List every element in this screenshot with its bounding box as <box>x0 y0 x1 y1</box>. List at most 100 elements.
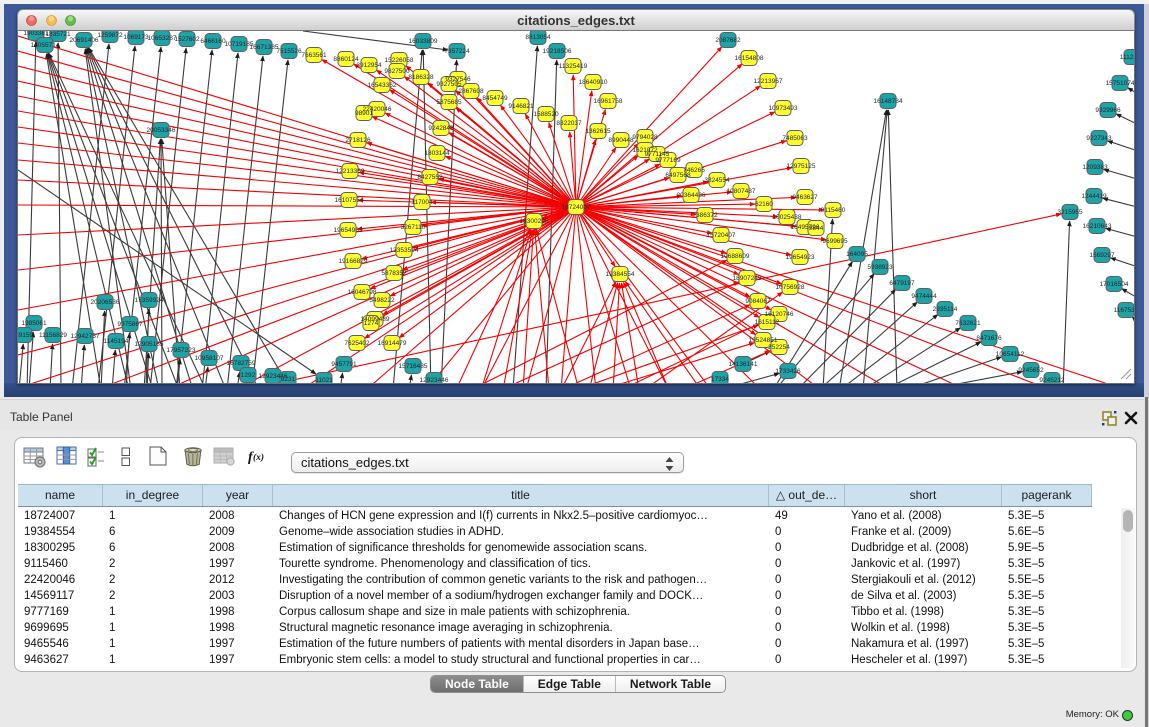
svg-text:15716485: 15716485 <box>399 363 428 370</box>
svg-text:1569297: 1569297 <box>1089 252 1115 259</box>
svg-text:1244419: 1244419 <box>1081 193 1107 200</box>
svg-text:1167533: 1167533 <box>1114 307 1135 314</box>
svg-text:1259872: 1259872 <box>97 32 123 39</box>
svg-text:9084067: 9084067 <box>745 298 771 305</box>
svg-text:8813054: 8813054 <box>525 34 551 41</box>
svg-text:19524851: 19524851 <box>749 337 778 344</box>
svg-text:1803144: 1803144 <box>424 150 450 157</box>
svg-text:(x): (x) <box>253 452 264 463</box>
svg-text:10025438: 10025438 <box>773 214 802 221</box>
svg-text:18907249: 18907249 <box>733 275 762 282</box>
svg-text:98901: 98901 <box>355 110 373 117</box>
svg-text:12905185: 12905185 <box>135 341 164 348</box>
svg-text:11156829: 11156829 <box>39 332 67 339</box>
svg-text:8454749: 8454749 <box>482 95 508 102</box>
svg-text:252254: 252254 <box>768 344 790 351</box>
svg-text:2935114: 2935114 <box>933 306 958 313</box>
svg-text:1985061: 1985061 <box>21 320 47 327</box>
svg-text:12975125: 12975125 <box>787 163 816 170</box>
svg-text:3824554: 3824554 <box>704 177 730 184</box>
svg-text:9699695: 9699695 <box>822 238 848 245</box>
svg-text:1527602: 1527602 <box>174 36 200 43</box>
svg-text:2867608: 2867608 <box>458 88 484 95</box>
svg-text:8186328: 8186328 <box>408 74 434 81</box>
svg-text:1145194: 1145194 <box>104 338 129 345</box>
svg-text:8471676: 8471676 <box>976 335 1002 342</box>
svg-text:17359924: 17359924 <box>135 297 164 304</box>
svg-text:17957223: 17957223 <box>167 347 196 354</box>
svg-text:15226058: 15226058 <box>385 57 414 64</box>
svg-text:7515526: 7515526 <box>276 48 302 55</box>
svg-text:5878352: 5878352 <box>381 270 407 277</box>
svg-text:16782759: 16782759 <box>227 360 256 367</box>
svg-text:9777169: 9777169 <box>655 157 681 164</box>
svg-text:1274: 1274 <box>364 320 379 327</box>
svg-text:20206536: 20206536 <box>91 299 120 306</box>
svg-text:9242848: 9242848 <box>428 125 454 132</box>
svg-text:117004: 117004 <box>411 199 433 206</box>
svg-text:14136141: 14136141 <box>729 361 758 368</box>
svg-text:15720407: 15720407 <box>707 232 736 239</box>
svg-text:16107554: 16107554 <box>335 197 364 204</box>
svg-text:19654963: 19654963 <box>334 227 363 234</box>
svg-text:1112254: 1112254 <box>1120 54 1135 61</box>
svg-text:15751074: 15751074 <box>1106 80 1135 87</box>
svg-text:10653287: 10653287 <box>148 35 177 42</box>
svg-text:7625402: 7625402 <box>344 340 370 347</box>
svg-text:164095: 164095 <box>846 251 868 258</box>
svg-text:5938923: 5938923 <box>867 264 893 271</box>
svg-text:16033809: 16033809 <box>409 38 438 45</box>
svg-text:6497568: 6497568 <box>665 172 691 179</box>
svg-text:1588520: 1588520 <box>533 111 559 118</box>
svg-text:18640910: 18640910 <box>579 79 608 86</box>
svg-text:1209383: 1209383 <box>1082 164 1108 171</box>
svg-text:8427552: 8427552 <box>417 174 443 181</box>
svg-text:16543362: 16543362 <box>368 82 397 89</box>
svg-text:9827500: 9827500 <box>384 68 410 75</box>
svg-text:2718126: 2718126 <box>345 137 371 144</box>
svg-text:1835721: 1835721 <box>45 31 71 38</box>
svg-text:10973493: 10973493 <box>769 105 798 112</box>
svg-text:5498222: 5498222 <box>369 297 395 304</box>
svg-text:1292: 1292 <box>241 372 256 379</box>
svg-text:11021: 11021 <box>315 377 333 383</box>
svg-text:14055714: 14055714 <box>31 42 60 49</box>
svg-text:9794028: 9794028 <box>632 134 658 141</box>
svg-text:7386372: 7386372 <box>692 212 718 219</box>
svg-text:19166829: 19166829 <box>339 258 368 265</box>
svg-text:12942757: 12942757 <box>71 333 100 340</box>
svg-text:8322037: 8322037 <box>556 120 582 127</box>
svg-text:20691406: 20691406 <box>70 37 99 44</box>
svg-text:9146821: 9146821 <box>508 103 534 110</box>
svg-text:19384554: 19384554 <box>606 271 635 278</box>
svg-text:18300295: 18300295 <box>520 218 549 225</box>
svg-text:12213967: 12213967 <box>754 78 783 85</box>
svg-text:6466160: 6466160 <box>200 38 226 45</box>
svg-text:19218506: 19218506 <box>543 48 572 55</box>
svg-text:11325419: 11325419 <box>559 63 588 70</box>
svg-text:3267110: 3267110 <box>401 224 426 231</box>
svg-text:9231: 9231 <box>281 376 296 383</box>
svg-text:10688609: 10688609 <box>721 253 750 260</box>
svg-text:9329966: 9329966 <box>1095 107 1121 114</box>
svg-text:16120746: 16120746 <box>765 311 794 318</box>
svg-text:2087682: 2087682 <box>715 37 741 44</box>
svg-text:1733426: 1733426 <box>775 368 801 375</box>
svg-text:10756928: 10756928 <box>776 284 805 291</box>
svg-text:20364436: 20364436 <box>677 192 706 199</box>
svg-text:16914479: 16914479 <box>378 340 407 347</box>
svg-text:7663561: 7663561 <box>301 52 327 59</box>
svg-text:9457791: 9457791 <box>331 361 357 368</box>
svg-text:3215955: 3215955 <box>1057 209 1083 216</box>
svg-text:20053346: 20053346 <box>147 127 176 134</box>
svg-text:8860124: 8860124 <box>333 56 359 63</box>
svg-text:17334: 17334 <box>711 376 729 383</box>
svg-text:10654112: 10654112 <box>996 351 1025 358</box>
svg-text:16671385: 16671385 <box>250 44 279 51</box>
svg-text:7357224: 7357224 <box>444 48 470 55</box>
svg-text:17016504: 17016504 <box>1100 281 1129 288</box>
svg-text:9463627: 9463627 <box>792 194 818 201</box>
svg-text:16210643: 16210643 <box>1083 223 1112 230</box>
svg-text:6479197: 6479197 <box>889 280 915 287</box>
svg-text:10807487: 10807487 <box>727 188 756 195</box>
